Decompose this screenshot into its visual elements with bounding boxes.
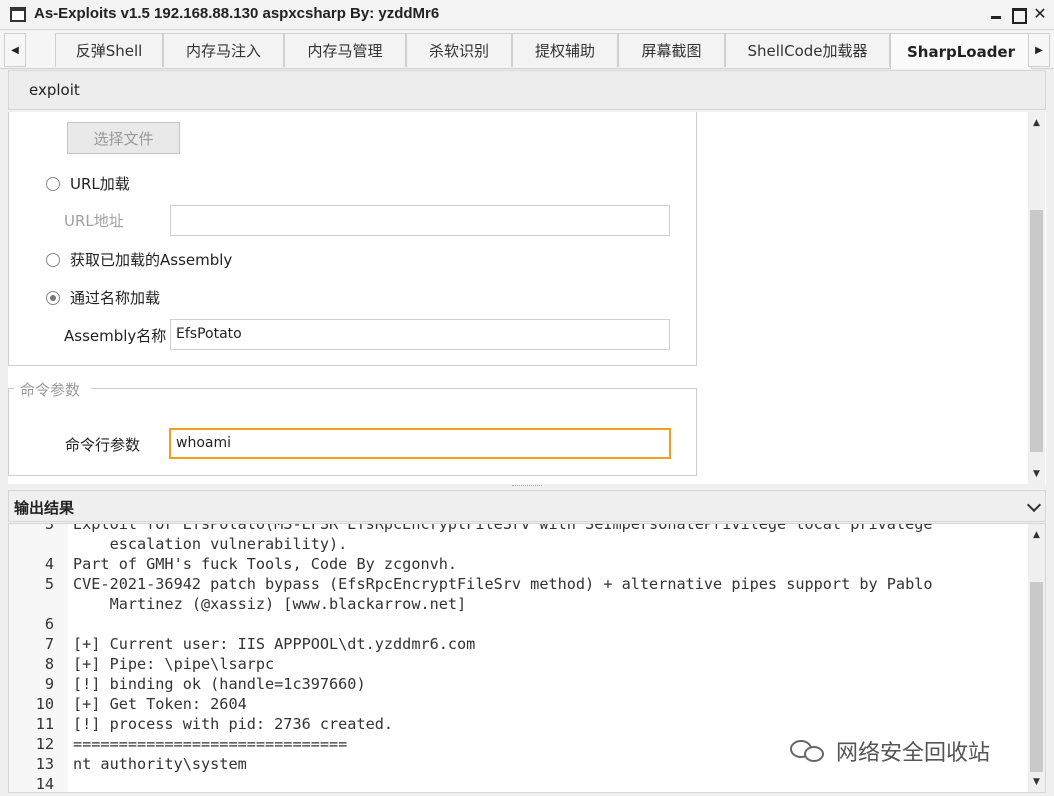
wechat-icon [790, 738, 828, 764]
url-field-label: URL地址 [64, 212, 124, 230]
output-header[interactable]: 输出结果 [8, 490, 1046, 522]
splitter-handle[interactable] [512, 485, 542, 487]
subtab-bar: exploit [8, 70, 1046, 110]
tab-memshell-inject[interactable]: 内存马注入 [163, 33, 284, 67]
url-input[interactable] [170, 205, 670, 236]
line-number: 6 [44, 615, 54, 633]
code-line: 9 [!] binding ok (handle=1c397660) [9, 674, 1029, 694]
line-number: 12 [35, 735, 54, 753]
minimize-icon[interactable] [988, 6, 1004, 22]
title-bar: As-Exploits v1.5 192.168.88.130 aspxcsha… [0, 0, 1054, 30]
exploit-form-panel: 选择文件 URL加载 URL地址 获取已加载的Assembly 通过名称加载 A… [8, 112, 1046, 484]
url-load-option[interactable]: URL加载 [46, 173, 130, 194]
line-text: ============================== [73, 735, 348, 753]
scroll-down-icon[interactable]: ▼ [1028, 465, 1045, 482]
line-number: 9 [44, 675, 54, 693]
close-icon[interactable]: ✕ [1032, 6, 1048, 22]
line-text: [+] Current user: IIS APPPOOL\dt.yzddmr6… [73, 635, 476, 653]
code-line: 3 Exploit for EfsPotato(MS-EFSR EfsRpcEnc… [9, 523, 1029, 534]
line-number: 7 [44, 635, 54, 653]
window-controls: ✕ [988, 6, 1048, 24]
line-number: 8 [44, 655, 54, 673]
scroll-down-icon[interactable]: ▼ [1028, 773, 1045, 790]
tab-screenshot[interactable]: 屏幕截图 [618, 33, 725, 67]
code-line: 6 [9, 614, 1029, 634]
by-name-radio[interactable] [46, 290, 60, 305]
legend-divider [91, 388, 697, 389]
subtab-exploit[interactable]: exploit [29, 81, 80, 99]
code-line: 10 [+] Get Token: 2604 [9, 694, 1029, 714]
code-line: 4 Part of GMH's fuck Tools, Code By zcgon… [9, 554, 1029, 574]
legend-divider [8, 388, 14, 389]
line-text: nt authority\system [73, 755, 247, 773]
loaded-assembly-radio[interactable] [46, 252, 60, 267]
line-text: [!] binding ok (handle=1c397660) [73, 675, 366, 693]
by-name-label: 通过名称加载 [70, 289, 161, 307]
cmdline-input[interactable]: whoami [169, 428, 671, 459]
tab-memshell-manage[interactable]: 内存马管理 [284, 33, 406, 67]
loaded-assembly-option[interactable]: 获取已加载的Assembly [46, 249, 232, 270]
code-line: 8 [+] Pipe: \pipe\lsarpc [9, 654, 1029, 674]
line-text: Exploit for EfsPotato(MS-EFSR EfsRpcEncr… [73, 523, 933, 533]
scroll-thumb[interactable] [1030, 210, 1043, 452]
line-text: Part of GMH's fuck Tools, Code By zcgonv… [73, 555, 458, 573]
tab-shellcode-loader[interactable]: ShellCode加载器 [725, 33, 890, 67]
scroll-thumb[interactable] [1030, 582, 1043, 772]
scroll-up-icon[interactable]: ▲ [1028, 526, 1045, 543]
line-text: [+] Pipe: \pipe\lsarpc [73, 655, 275, 673]
tab-scroll-right-icon[interactable]: ▶ [1028, 33, 1050, 67]
tab-reverse-shell[interactable]: 反弹Shell [55, 33, 163, 67]
code-line: 5 CVE-2021-36942 patch bypass (EfsRpcEncr… [9, 574, 1029, 594]
line-number: 4 [44, 555, 54, 573]
line-number: 10 [35, 695, 54, 713]
tab-sharploader[interactable]: SharpLoader [890, 33, 1032, 69]
code-line: 11 [!] process with pid: 2736 created. [9, 714, 1029, 734]
code-line: escalation vulnerability). [9, 534, 1029, 554]
chevron-down-icon[interactable] [1026, 497, 1042, 513]
line-text: [!] process with pid: 2736 created. [73, 715, 394, 733]
tab-bar: ◀ 反弹Shell 内存马注入 内存马管理 杀软识别 提权辅助 屏幕截图 She… [0, 31, 1054, 69]
tab-privesc[interactable]: 提权辅助 [512, 33, 618, 67]
line-text: [+] Get Token: 2604 [73, 695, 247, 713]
url-load-label: URL加载 [70, 175, 130, 193]
watermark-text: 网络安全回收站 [836, 741, 991, 766]
code-line: Martinez (@xassiz) [www.blackarrow.net] [9, 594, 1029, 614]
by-name-option[interactable]: 通过名称加载 [46, 287, 160, 308]
maximize-icon[interactable] [1010, 6, 1027, 24]
line-text: CVE-2021-36942 patch bypass (EfsRpcEncry… [73, 575, 933, 593]
command-args-legend: 命令参数 [20, 381, 81, 399]
output-title: 输出结果 [14, 499, 75, 517]
assembly-name-label: Assembly名称 [64, 327, 167, 345]
line-text: Martinez (@xassiz) [www.blackarrow.net] [73, 595, 467, 613]
line-number: 13 [35, 755, 54, 773]
line-text: escalation vulnerability). [73, 535, 348, 553]
line-number: 3 [44, 523, 54, 533]
tab-scroll-left-icon[interactable]: ◀ [4, 33, 26, 67]
output-scrollbar[interactable]: ▲ ▼ [1028, 524, 1045, 792]
tab-av-detect[interactable]: 杀软识别 [406, 33, 512, 67]
url-load-radio[interactable] [46, 176, 60, 191]
assembly-name-input[interactable]: EfsPotato [170, 319, 670, 350]
loaded-assembly-label: 获取已加载的Assembly [70, 251, 233, 269]
watermark: 网络安全回收站 [790, 735, 990, 767]
window-title: As-Exploits v1.5 192.168.88.130 aspxcsha… [34, 5, 440, 22]
line-number: 14 [35, 775, 54, 793]
cmdline-label: 命令行参数 [65, 436, 141, 454]
form-scrollbar[interactable]: ▲ ▼ [1028, 112, 1045, 484]
code-line: 7 [+] Current user: IIS APPPOOL\dt.yzddmr… [9, 634, 1029, 654]
line-number: 5 [44, 575, 54, 593]
line-number: 11 [35, 715, 54, 733]
code-line: 14 [9, 774, 1029, 793]
choose-file-button[interactable]: 选择文件 [67, 122, 180, 154]
scroll-up-icon[interactable]: ▲ [1028, 114, 1045, 131]
window-icon [10, 7, 26, 22]
